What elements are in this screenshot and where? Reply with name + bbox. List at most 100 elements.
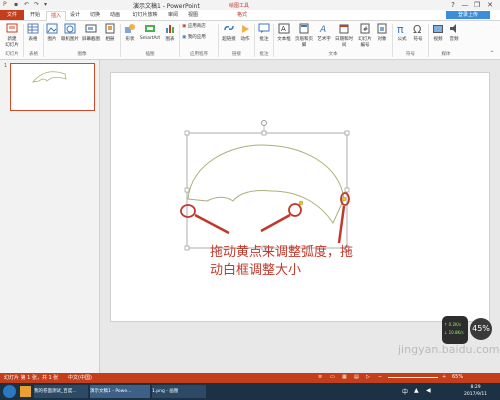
language-status[interactable]: 中文(中国): [68, 374, 92, 381]
album-button[interactable]: 相册: [103, 23, 117, 42]
wordart-button[interactable]: A 艺术字: [316, 23, 332, 42]
comment-button[interactable]: 批注: [257, 23, 271, 42]
equation-button[interactable]: π 公式: [395, 23, 409, 42]
tab-format[interactable]: 格式: [233, 11, 251, 20]
zoom-level[interactable]: 65%: [452, 374, 463, 380]
symbol-icon: Ω: [413, 23, 421, 34]
ime-icon[interactable]: 中: [402, 387, 408, 396]
tab-design[interactable]: 设计: [66, 11, 84, 20]
my-apps-button[interactable]: ▣ 我的应用: [182, 34, 216, 40]
undo-icon[interactable]: ↶: [24, 1, 29, 8]
slide-count: 幻灯片 第 1 张，共 1 张: [4, 375, 59, 381]
explorer-icon[interactable]: [20, 386, 31, 397]
datetime-button[interactable]: 日期和时间: [333, 23, 355, 48]
redo-icon[interactable]: ↷: [34, 1, 39, 8]
tab-animations[interactable]: 动画: [106, 11, 124, 20]
chart-button[interactable]: 图表: [163, 23, 177, 42]
tab-view[interactable]: 视图: [184, 11, 202, 20]
shapes-button[interactable]: 形状: [123, 23, 137, 42]
yellow-adjust-handle[interactable]: [298, 200, 304, 206]
save-icon[interactable]: ▪: [14, 1, 18, 8]
zoom-in-icon[interactable]: +: [442, 374, 446, 380]
video-label: 视频: [433, 37, 443, 42]
reading-view-icon[interactable]: ▤: [354, 374, 359, 380]
new-slide-icon: [6, 23, 18, 33]
title-bar: P ▪ ↶ ↷ ▾ 演示文稿1 - PowerPoint 绘图工具 ? — ❐ …: [0, 0, 500, 10]
taskbar-item-paint[interactable]: 1.png - 画图: [152, 385, 206, 398]
customize-icon[interactable]: ▾: [44, 1, 47, 8]
store-icon: ▣: [182, 24, 187, 29]
taskbar-item-browser[interactable]: 我的卷面测试_百度...: [34, 385, 88, 398]
action-icon: [242, 25, 249, 33]
group-label-symbols: 符号: [406, 52, 415, 57]
system-clock[interactable]: 8:29 2017/9/11: [464, 384, 487, 398]
header-footer-button[interactable]: 页眉和页脚: [293, 23, 315, 48]
resize-handle-top-right[interactable]: [344, 130, 350, 136]
smartart-button[interactable]: SmartArt: [138, 23, 162, 41]
block-arc-shape[interactable]: [187, 144, 345, 225]
annotation-circle-left: [180, 204, 196, 218]
picture-button[interactable]: 图片: [45, 23, 59, 42]
group-label-slides: 幻灯片: [5, 52, 19, 57]
tab-slideshow[interactable]: 幻灯片放映: [128, 11, 162, 20]
resize-handle-left[interactable]: [184, 187, 190, 193]
drawing-tools-context: 绘图工具: [229, 0, 261, 10]
volume-icon[interactable]: ◀: [426, 387, 431, 394]
group-label-images: 图像: [77, 52, 87, 57]
network-icon[interactable]: ▲: [414, 387, 419, 394]
textbox-button[interactable]: A 文本框: [276, 23, 292, 42]
resize-handle-right[interactable]: [344, 187, 350, 193]
sorter-view-icon[interactable]: ▦: [342, 374, 347, 380]
yellow-adjust-handle-right[interactable]: [341, 196, 347, 202]
slideshow-view-icon[interactable]: ▷: [366, 374, 370, 380]
collapse-ribbon-icon[interactable]: ^: [488, 51, 496, 56]
tab-home[interactable]: 开始: [26, 11, 44, 20]
online-picture-button[interactable]: 联机图片: [60, 23, 80, 42]
new-slide-button[interactable]: 新建 幻灯片: [3, 23, 21, 48]
resize-handle-top-left[interactable]: [184, 130, 190, 136]
cpu-usage-circle[interactable]: 45%: [470, 318, 492, 340]
login-upload-button[interactable]: 登录上传: [446, 11, 490, 19]
hyperlink-button[interactable]: 超链接: [221, 23, 237, 42]
action-button[interactable]: 动作: [238, 23, 252, 42]
clock-time: 8:29: [470, 385, 481, 390]
normal-view-icon[interactable]: ▭: [330, 374, 335, 380]
notes-icon[interactable]: ≡: [318, 374, 322, 380]
help-button[interactable]: ?: [448, 0, 458, 10]
minimize-button[interactable]: —: [460, 0, 470, 10]
slide-number-button[interactable]: # 幻灯片 编号: [356, 23, 374, 48]
table-button[interactable]: 表格: [26, 23, 40, 42]
shapes-label: 形状: [125, 37, 135, 42]
album-label: 相册: [105, 37, 115, 42]
annotation-circle-middle: [288, 203, 302, 217]
audio-button[interactable]: 音频: [447, 23, 461, 42]
restore-button[interactable]: ❐: [472, 0, 482, 10]
store-button[interactable]: ▣ 应用商店: [182, 23, 216, 29]
slide-canvas[interactable]: [110, 72, 490, 322]
screenshot-button[interactable]: 屏幕截图: [81, 23, 101, 42]
taskbar-item-powerpoint[interactable]: 演示文稿1 - Powe...: [90, 385, 150, 398]
thumbnail-number: 1: [4, 63, 8, 69]
comment-label: 批注: [259, 37, 269, 42]
symbol-label: 符号: [413, 37, 423, 42]
slide-thumbnail[interactable]: [10, 63, 95, 111]
resize-handle-bottom-left[interactable]: [184, 245, 190, 251]
resize-handle-top[interactable]: [261, 130, 267, 136]
svg-text:#: #: [363, 26, 368, 33]
symbol-button[interactable]: Ω 符号: [411, 23, 425, 42]
store-label: 应用商店: [187, 24, 206, 29]
start-button[interactable]: [3, 385, 16, 398]
equation-icon: π: [397, 23, 404, 34]
rotate-handle[interactable]: [261, 120, 267, 126]
zoom-out-icon[interactable]: −: [378, 374, 382, 380]
close-button[interactable]: ✕: [485, 0, 495, 10]
tab-review[interactable]: 审阅: [164, 11, 182, 20]
video-button[interactable]: 视频: [431, 23, 445, 42]
tab-transitions[interactable]: 切换: [86, 11, 104, 20]
tab-insert[interactable]: 插入: [46, 11, 66, 21]
tab-file[interactable]: 文件: [0, 10, 24, 20]
object-button[interactable]: 对象: [375, 23, 389, 42]
watermark-text: jingyan.baidu.com: [398, 343, 500, 356]
annotation-arrow-right: [337, 205, 346, 244]
zoom-slider[interactable]: [388, 377, 438, 378]
